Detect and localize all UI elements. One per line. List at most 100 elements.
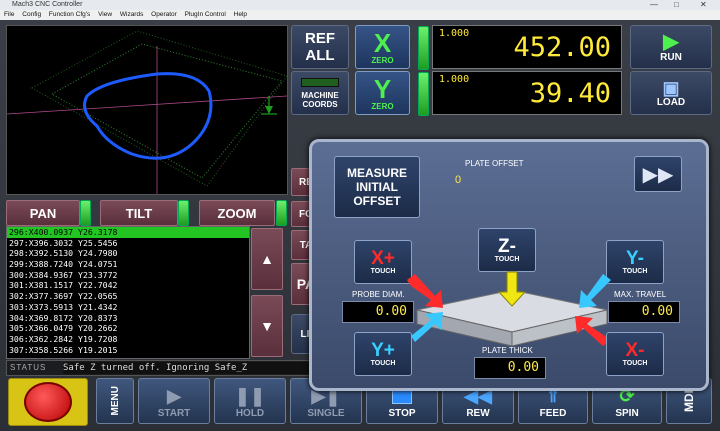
run-button[interactable]: ▶ RUN [630,25,712,69]
touch-label: TOUCH [622,268,648,275]
y-dro[interactable]: 1.000 39.40 [432,71,622,115]
zoom-button[interactable]: ZOOM [199,200,275,226]
touch-label: TOUCH [370,360,396,367]
close-button[interactable]: ✕ [700,0,707,10]
touch-label: TOUCH [370,268,396,275]
maximize-button[interactable]: □ [674,0,679,10]
y-minus-label: Y- [626,248,644,269]
measure-initial-offset-button[interactable]: MEASURE INITIAL OFFSET [334,156,420,218]
touch-label: TOUCH [622,360,648,367]
machine-coords-button[interactable]: MACHINE COORDS [291,71,349,115]
y-scale: 1.000 [439,74,470,85]
touch-plate-graphic [407,271,611,347]
y-value: 39.40 [529,78,611,109]
gcode-line[interactable]: 307:X358.5266 Y19.2015 [7,345,249,356]
touch-plate-dialog: MEASURE INITIAL OFFSET PLATE OFFSET 0 ▶▶… [309,139,709,391]
scroll-down-button[interactable]: ▼ [251,295,283,357]
z-minus-label: Z- [498,236,516,257]
scroll-up-button[interactable]: ▲ [251,228,283,290]
menu-wizards[interactable]: Wizards [120,10,143,20]
hold-label: HOLD [235,408,265,419]
fast-forward-icon: ▶▶ [642,163,674,186]
menu-file[interactable]: File [4,10,14,20]
x-axis-led [418,26,429,70]
zoom-led [276,200,287,226]
gcode-line-current[interactable]: 296:X400.0937 Y26.3178 [7,227,249,238]
x-scale: 1.000 [439,28,470,39]
gcode-line[interactable]: 299:X388.7240 Y24.0751 [7,259,249,270]
spin-label: SPIN [615,408,639,419]
gcode-list[interactable]: 296:X400.0937 Y26.3178 297:X396.3032 Y25… [6,226,250,359]
y-axis-letter: Y [373,73,392,104]
status-bar: STATUS Safe Z turned off. Ignoring Safe_… [6,360,348,376]
plate-offset-value: 0 [455,174,462,186]
gcode-line[interactable]: 305:X366.0479 Y20.2662 [7,323,249,334]
feed-label: FEED [539,408,567,419]
gcode-line[interactable]: 303:X373.5913 Y21.4342 [7,302,249,313]
mach3-screen: PAN TILT ZOOM 296:X400.0937 Y26.3178 297… [0,20,720,431]
title-bar: Mach3 CNC Controller — □ ✕ [0,0,720,10]
ref-all-button[interactable]: REF ALL [291,25,349,69]
status-message: Safe Z turned off. Ignoring Safe_Z [63,362,345,374]
y-plus-touch-button[interactable]: Y+ TOUCH [354,332,412,376]
y-zero-label: ZERO [371,101,394,111]
gcode-line[interactable]: 301:X381.1517 Y22.7042 [7,280,249,291]
floppy-disk-icon: ▣ [662,77,680,98]
gcode-line[interactable]: 298:X392.5130 Y24.7980 [7,248,249,259]
play-icon: ▶ [167,386,181,406]
tilt-button[interactable]: TILT [100,200,178,226]
toolpath-graphic [6,30,288,194]
rewind-label: REW [466,408,490,419]
gcode-line[interactable]: 302:X377.3697 Y22.0565 [7,291,249,302]
y-zero-button[interactable]: Y ZERO [355,71,410,115]
x-minus-touch-button[interactable]: X- TOUCH [606,332,664,376]
x-minus-label: X- [625,340,645,361]
load-label: LOAD [656,96,686,108]
plate-thick-label: PLATE THICK [482,346,533,355]
pan-led [80,200,91,226]
arrow-up-icon: ▲ [260,251,274,267]
max-travel-field[interactable]: 0.00 [608,301,680,323]
arrow-down-icon: ▼ [260,318,274,334]
mdi-label: MDI [682,390,696,412]
y-plus-label: Y+ [371,340,395,361]
plate-offset-label: PLATE OFFSET [465,159,524,168]
emergency-stop-button[interactable] [8,378,88,426]
probe-diam-field[interactable]: 0.00 [342,301,414,323]
gcode-line[interactable]: 306:X362.2842 Y19.7208 [7,334,249,345]
x-dro[interactable]: 1.000 452.00 [432,25,622,69]
minimize-button[interactable]: — [650,0,658,10]
menu-function-cfgs[interactable]: Function Cfg's [49,10,90,20]
x-plus-touch-button[interactable]: X+ TOUCH [354,240,412,284]
window-title: Mach3 CNC Controller [12,1,83,8]
menu-view[interactable]: View [98,10,112,20]
next-page-button[interactable]: ▶▶ [634,156,682,192]
menu-operator[interactable]: Operator [151,10,177,20]
menu-button[interactable]: MENU [96,378,134,424]
start-button[interactable]: ▶ START [138,378,210,424]
x-zero-label: ZERO [371,55,394,65]
pan-button[interactable]: PAN [6,200,80,226]
machine-coords-label-1: MACHINE [301,90,339,100]
max-travel-label: MAX. TRAVEL [614,290,667,299]
load-button[interactable]: ▣ LOAD [630,71,712,115]
measure-label-1: MEASURE [346,166,407,180]
menu-help[interactable]: Help [234,10,247,20]
menu-plugin-control[interactable]: PlugIn Control [185,10,226,20]
plate-thick-field[interactable]: 0.00 [474,357,546,379]
gcode-line[interactable]: 297:X396.3032 Y25.5456 [7,238,249,249]
single-label: SINGLE [307,408,345,419]
toolpath-viewport[interactable] [6,25,288,195]
menu-label: MENU [109,386,121,416]
gcode-line[interactable]: 300:X384.9367 Y23.3772 [7,270,249,281]
menu-config[interactable]: Config [22,10,41,20]
start-label: START [157,408,191,419]
gcode-line[interactable]: 304:X369.8172 Y20.8373 [7,313,249,324]
ref-all-label-2: ALL [305,47,335,64]
measure-label-2: INITIAL [356,180,398,194]
x-zero-button[interactable]: X ZERO [355,25,410,69]
y-axis-led [418,72,429,116]
x-value: 452.00 [513,32,611,63]
pause-icon: ❚❚ [234,386,266,406]
hold-button[interactable]: ❚❚ HOLD [214,378,286,424]
